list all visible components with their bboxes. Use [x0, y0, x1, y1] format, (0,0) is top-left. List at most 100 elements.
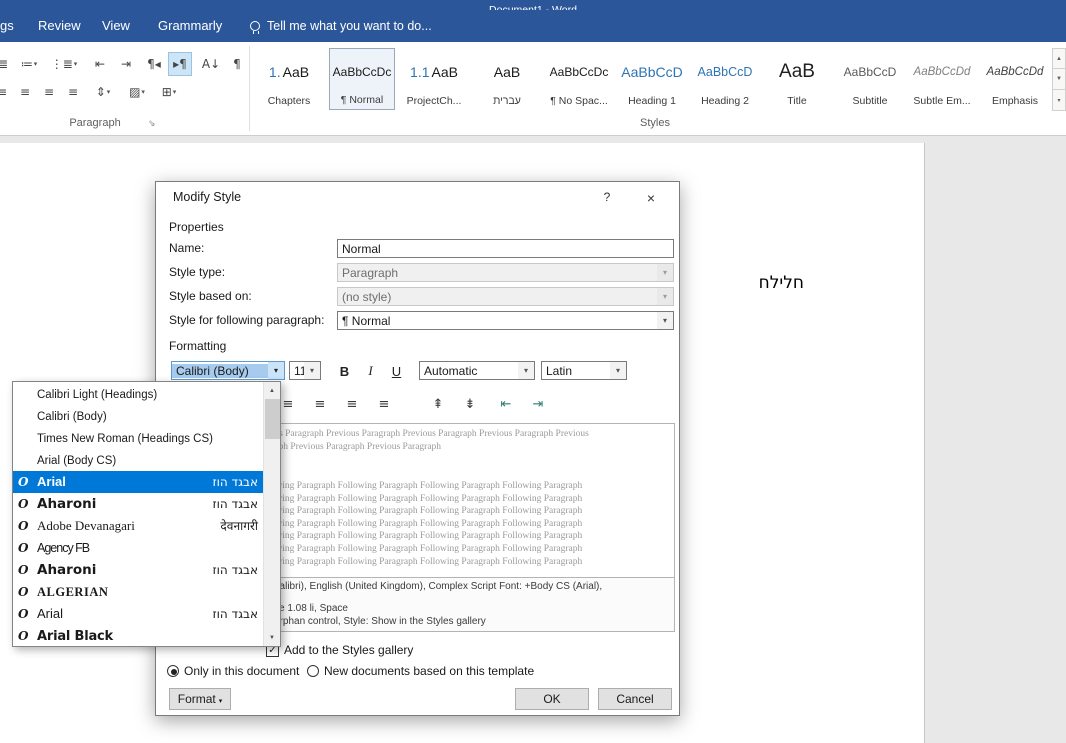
- group-separator: [249, 46, 250, 131]
- style-subtle-emphasis[interactable]: AaBbCcDd Subtle Em...: [909, 48, 975, 110]
- style-preview-number: 1.: [268, 63, 281, 80]
- align-center-button[interactable]: ≡: [14, 80, 36, 104]
- font-option-arial-black[interactable]: O Arial Black: [13, 625, 263, 646]
- preview-increase-indent-button[interactable]: ⇥: [525, 394, 551, 414]
- font-name: Times New Roman (Headings CS): [37, 433, 213, 445]
- dropdown-arrow-icon: ▾: [268, 362, 284, 379]
- style-name: Chapters: [267, 95, 311, 107]
- style-emphasis[interactable]: AaBbCcDd Emphasis: [982, 48, 1048, 110]
- style-preview-sample: AaBbCcD: [621, 63, 683, 80]
- script-select[interactable]: Latin ▾: [541, 361, 627, 380]
- dropdown-arrow-icon: ▾: [610, 362, 626, 379]
- close-button[interactable]: ×: [634, 187, 668, 209]
- gallery-scroll-down-button[interactable]: ▼: [1052, 69, 1066, 90]
- style-normal[interactable]: AaBbCcDc ¶ Normal: [329, 48, 395, 110]
- style-preview-text: AaBbCcD: [619, 48, 685, 95]
- font-option-adobe-devanagari[interactable]: O Adobe Devanagari देवनागरी: [13, 515, 263, 537]
- font-option-algerian[interactable]: O ALGERIAN: [13, 581, 263, 603]
- bold-button[interactable]: B: [334, 361, 355, 381]
- align-right-icon: ≡: [43, 85, 55, 99]
- font-size-select[interactable]: 11 ▾: [289, 361, 321, 380]
- style-heading-2[interactable]: AaBbCcD Heading 2: [692, 48, 758, 110]
- font-option-aharoni[interactable]: O Aharoni אבגד הוז: [13, 559, 263, 581]
- style-hebrew[interactable]: AaB עברית: [474, 48, 540, 110]
- increase-spacing-button[interactable]: ⇞: [425, 394, 451, 414]
- style-preview-sample: AaB: [282, 63, 310, 80]
- opentype-icon: O: [18, 497, 29, 511]
- style-chapters[interactable]: 1. AaB Chapters: [256, 48, 322, 110]
- following-paragraph-select[interactable]: ¶ Normal ▾: [337, 311, 674, 330]
- title-bar: Document1 - Word: [0, 0, 1066, 10]
- tell-me-box[interactable]: Tell me what you want to do...: [250, 10, 432, 42]
- document-text[interactable]: חלילח: [744, 273, 804, 293]
- ok-button[interactable]: OK: [515, 688, 589, 710]
- shading-button[interactable]: ▨ ▾: [122, 80, 152, 104]
- font-option-calibri-light-headings-[interactable]: Calibri Light (Headings): [13, 383, 263, 405]
- style-subtitle[interactable]: AaBbCcD Subtitle: [837, 48, 903, 110]
- format-button[interactable]: Format ▾: [169, 688, 231, 710]
- tab-view[interactable]: View: [102, 10, 130, 42]
- tab-review[interactable]: Review: [38, 10, 81, 42]
- add-to-gallery-checkbox[interactable]: ✓ Add to the Styles gallery: [266, 643, 413, 657]
- style-title[interactable]: AaB Title: [764, 48, 830, 110]
- font-option-arial-body-cs-[interactable]: Arial (Body CS): [13, 449, 263, 471]
- help-button[interactable]: ?: [596, 190, 618, 204]
- font-option-agency-fb[interactable]: O Agency FB: [13, 537, 263, 559]
- multilevel-list-button[interactable]: ⋮≣ ▾: [48, 52, 80, 76]
- ribbon: ≣ ≔ ▾ ⋮≣ ▾ ⇤ ⇥ ¶◂ ▸¶ A↓ ¶ ≡ ≡ ≡ ≡ ⇕ ▾ ▨ ▾ ⊞ ▾ Paragraph ⇘ 1…: [0, 42, 1066, 136]
- font-sample-text: אבגד הוז: [212, 607, 258, 621]
- font-option-arial[interactable]: O Arial אבגד הוז: [13, 471, 263, 493]
- new-documents-radio[interactable]: New documents based on this template: [307, 664, 534, 678]
- numbered-list-button[interactable]: ≔ ▾: [14, 52, 44, 76]
- gallery-more-button[interactable]: ▾: [1052, 90, 1066, 111]
- preview-align-center-button[interactable]: ≡: [307, 394, 333, 414]
- style-no-space[interactable]: AaBbCcDc ¶ No Spac...: [546, 48, 612, 110]
- font-option-aharoni[interactable]: O Aharoni אבגד הוז: [13, 493, 263, 515]
- font-color-select[interactable]: Automatic ▾: [419, 361, 535, 380]
- cancel-button[interactable]: Cancel: [598, 688, 672, 710]
- gallery-scroll-up-button[interactable]: ▲: [1052, 48, 1066, 69]
- font-family-select[interactable]: Calibri (Body) ▾: [171, 361, 285, 380]
- line-spacing-icon: ⇕: [95, 85, 106, 99]
- scrollbar-up-button[interactable]: ▲: [264, 382, 280, 399]
- align-left-button[interactable]: ≡: [0, 80, 12, 104]
- paragraph-dialog-launcher-icon[interactable]: ⇘: [148, 118, 156, 129]
- increase-indent-button[interactable]: ⇥: [114, 52, 138, 76]
- underline-button[interactable]: U: [386, 361, 407, 381]
- bullet-list-button[interactable]: ≣: [0, 52, 14, 76]
- font-name: ALGERIAN: [37, 585, 109, 599]
- preview-justify-button[interactable]: ≡: [371, 394, 397, 414]
- right-to-left-direction-button[interactable]: ▸¶: [168, 52, 192, 76]
- font-option-arial[interactable]: O Arial אבגד הוז: [13, 603, 263, 625]
- justify-button[interactable]: ≡: [62, 80, 84, 104]
- line-spacing-button[interactable]: ⇕ ▾: [88, 80, 118, 104]
- only-in-document-radio[interactable]: Only in this document: [167, 664, 299, 678]
- style-name: Heading 1: [628, 95, 676, 107]
- scrollbar-down-button[interactable]: ▼: [264, 629, 280, 646]
- font-option-times-new-roman-headings-cs-[interactable]: Times New Roman (Headings CS): [13, 427, 263, 449]
- tab-grammarly[interactable]: Grammarly: [158, 10, 222, 42]
- style-heading-1[interactable]: AaBbCcD Heading 1: [619, 48, 685, 110]
- borders-button[interactable]: ⊞ ▾: [154, 80, 184, 104]
- show-formatting-marks-button[interactable]: ¶: [228, 52, 246, 76]
- decrease-spacing-button[interactable]: ⇟: [457, 394, 483, 414]
- font-option-calibri-body-[interactable]: Calibri (Body): [13, 405, 263, 427]
- italic-button[interactable]: I: [360, 361, 381, 381]
- preview-decrease-indent-button[interactable]: ⇤: [493, 394, 519, 414]
- new-documents-label: New documents based on this template: [324, 664, 535, 678]
- style-preview-sample: AaB: [431, 63, 458, 80]
- align-right-button[interactable]: ≡: [38, 80, 60, 104]
- left-to-right-direction-button[interactable]: ¶◂: [142, 52, 166, 76]
- sort-button[interactable]: A↓: [198, 52, 224, 76]
- font-list-scrollbar[interactable]: ▲ ▼: [263, 382, 280, 646]
- font-name: Adobe Devanagari: [37, 518, 135, 533]
- decrease-indent-button[interactable]: ⇤: [88, 52, 112, 76]
- tab-mailings-partial[interactable]: gs: [0, 10, 14, 42]
- dropdown-arrow-icon: ▾: [141, 88, 145, 96]
- style-project[interactable]: 1.1 AaB ProjectCh...: [401, 48, 467, 110]
- format-button-label: Format: [177, 692, 216, 706]
- paragraph-buttons-row2: ≡ ≡ ≡ ≡ ⇕ ▾ ▨ ▾ ⊞ ▾: [0, 80, 252, 104]
- scrollbar-thumb[interactable]: [265, 399, 280, 439]
- preview-align-right-button[interactable]: ≡: [339, 394, 365, 414]
- name-input[interactable]: [337, 239, 674, 258]
